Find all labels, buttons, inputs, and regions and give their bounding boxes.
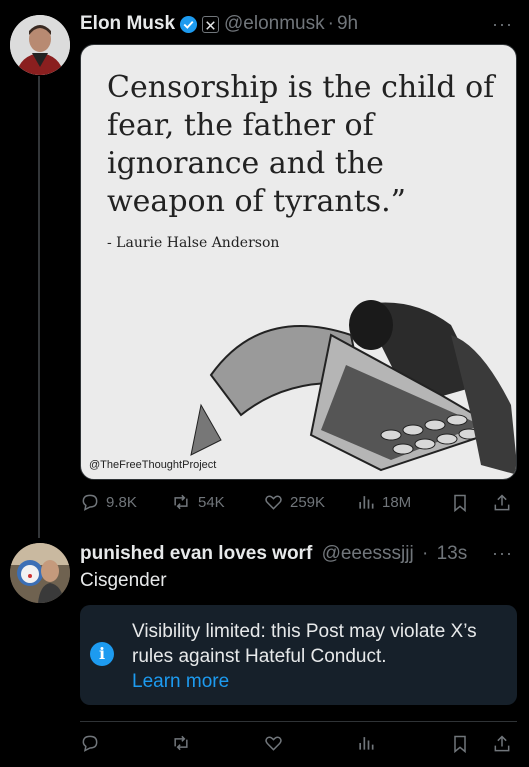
repost-button[interactable]	[170, 733, 198, 753]
verified-badge-icon	[179, 15, 198, 34]
post-time[interactable]: 9h	[337, 13, 358, 35]
divider	[80, 721, 517, 722]
views-button[interactable]: 18M	[356, 492, 411, 512]
learn-more-link[interactable]: Learn more	[132, 669, 512, 694]
post-text: Cisgender	[80, 570, 167, 591]
visibility-notice: i Visibility limited: this Post may viol…	[80, 605, 517, 705]
author-name[interactable]: punished evan loves worf	[80, 543, 312, 564]
post-header: punished evan loves worf @eeesssjjj · 13…	[80, 543, 467, 565]
bookmark-button[interactable]	[450, 492, 476, 514]
thread-connector-line	[38, 76, 40, 538]
post-media-image[interactable]: Censorship is the child of fear, the fat…	[80, 44, 517, 480]
quote-text: Censorship is the child of fear, the fat…	[107, 70, 495, 219]
reply-count: 9.8K	[106, 493, 137, 511]
repost-icon	[174, 494, 188, 510]
repost-icon	[174, 735, 188, 751]
post-time[interactable]: 13s	[437, 543, 468, 564]
analytics-icon	[359, 496, 374, 509]
like-button[interactable]	[263, 733, 290, 753]
bookmark-button[interactable]	[450, 733, 476, 755]
analytics-icon	[359, 737, 374, 750]
typewriter-illustration-icon	[190, 300, 516, 475]
more-options-icon[interactable]: ···	[492, 14, 513, 35]
repost-count: 54K	[198, 493, 225, 511]
author-name[interactable]: Elon Musk	[80, 13, 175, 35]
avatar[interactable]	[10, 15, 70, 75]
heart-icon	[265, 736, 282, 751]
author-handle[interactable]: @eeesssjjj	[322, 543, 414, 564]
reply-icon	[82, 735, 98, 752]
info-icon: i	[90, 642, 114, 666]
separator: ·	[327, 13, 334, 34]
like-count: 259K	[290, 493, 326, 511]
bookmark-icon	[454, 735, 466, 754]
x-affiliation-icon	[202, 15, 220, 33]
share-icon	[494, 735, 510, 752]
like-button[interactable]: 259K	[263, 492, 325, 512]
reply-button[interactable]: 9.8K	[80, 492, 137, 512]
view-count: 18M	[382, 493, 412, 511]
repost-button[interactable]: 54K	[170, 492, 225, 512]
share-button[interactable]	[492, 492, 518, 514]
views-button[interactable]	[356, 733, 382, 753]
avatar[interactable]	[10, 543, 70, 603]
share-button[interactable]	[492, 733, 518, 755]
quote-author: - Laurie Halse Anderson	[107, 235, 280, 251]
reply-icon	[82, 494, 98, 511]
more-options-icon[interactable]: ···	[492, 543, 513, 564]
reply-button[interactable]	[80, 733, 106, 753]
heart-icon	[265, 495, 282, 510]
separator: ·	[422, 543, 429, 564]
post-action-bar: 9.8K 54K 259K 18M	[80, 492, 517, 516]
bookmark-icon	[454, 494, 466, 513]
image-credit: @TheFreeThoughtProject	[89, 459, 217, 471]
notice-text: Visibility limited: this Post may violat…	[132, 621, 477, 667]
post-action-bar	[80, 733, 517, 757]
author-handle[interactable]: @elonmusk	[224, 13, 325, 35]
share-icon	[494, 494, 510, 511]
post-header: Elon Musk @elonmusk · 9h	[80, 13, 358, 35]
